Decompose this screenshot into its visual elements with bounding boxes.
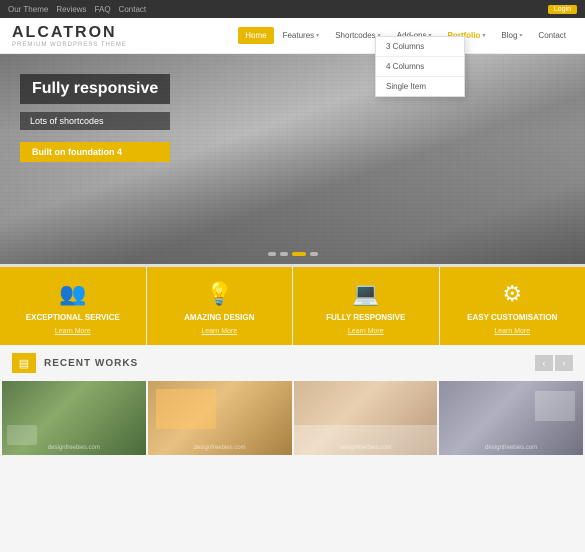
thumb-3[interactable]: designfreebies.com — [294, 381, 438, 455]
thumb-2[interactable]: designfreebies.com — [148, 381, 292, 455]
portfolio-dropdown: 3 Columns 4 Columns Single Item — [375, 36, 465, 97]
thumbnails-row: designfreebies.com designfreebies.com de… — [0, 381, 585, 455]
recent-works-title-wrap: ▤ RECENT WORKS — [12, 353, 138, 373]
hero-section: Fully responsive Lots of shortcodes Buil… — [0, 54, 585, 264]
feature-custom: ⚙ Easy Customisation Learn More — [440, 267, 585, 345]
logo: ALCATRON PREMIUM WORDPRESS THEME — [12, 24, 127, 48]
rw-next-button[interactable]: › — [555, 355, 573, 371]
top-bar-right: Login — [548, 5, 577, 14]
feature-responsive-link[interactable]: Learn More — [348, 328, 384, 335]
dropdown-3col[interactable]: 3 Columns — [376, 37, 464, 57]
features-section: 👥 Exceptional Service Learn More 💡 Amazi… — [0, 264, 585, 345]
header: ALCATRON PREMIUM WORDPRESS THEME Home Fe… — [0, 18, 585, 54]
design-icon: 💡 — [206, 281, 233, 307]
feature-responsive-label: Fully Responsive — [326, 313, 405, 322]
chevron-down-icon: ▾ — [482, 32, 485, 39]
feature-service-link[interactable]: Learn More — [55, 328, 91, 335]
rw-prev-button[interactable]: ‹ — [535, 355, 553, 371]
hero-subtitle: Lots of shortcodes — [20, 112, 170, 130]
hero-dot-4[interactable] — [310, 252, 318, 256]
dropdown-single[interactable]: Single Item — [376, 77, 464, 96]
dropdown-4col[interactable]: 4 Columns — [376, 57, 464, 77]
recent-works-title: RECENT WORKS — [44, 358, 138, 369]
recent-works-nav: ‹ › — [535, 355, 573, 371]
responsive-icon: 💻 — [352, 281, 379, 307]
login-button[interactable]: Login — [548, 5, 577, 14]
feature-custom-label: Easy Customisation — [467, 313, 557, 322]
hero-dot-2[interactable] — [280, 252, 288, 256]
recent-works-header: ▤ RECENT WORKS ‹ › — [0, 353, 585, 381]
thumb-4[interactable]: designfreebies.com — [439, 381, 583, 455]
watermark-1: designfreebies.com — [48, 445, 100, 451]
service-icon: 👥 — [59, 281, 86, 307]
feature-custom-link[interactable]: Learn More — [494, 328, 530, 335]
hero-dot-3[interactable] — [292, 252, 306, 256]
watermark-3: designfreebies.com — [339, 445, 391, 451]
hero-cta-button[interactable]: Built on foundation 4 — [20, 142, 170, 162]
nav-home[interactable]: Home — [238, 27, 273, 44]
recent-works-icon: ▤ — [12, 353, 36, 373]
topbar-item-4[interactable]: Contact — [119, 5, 147, 14]
recent-works-section: ▤ RECENT WORKS ‹ › designfreebies.com de… — [0, 345, 585, 455]
top-bar: Our Theme Reviews FAQ Contact Login — [0, 0, 585, 18]
thumb-1[interactable]: designfreebies.com — [2, 381, 146, 455]
nav-contact[interactable]: Contact — [531, 27, 573, 44]
top-bar-left: Our Theme Reviews FAQ Contact — [8, 5, 146, 14]
feature-design: 💡 Amazing Design Learn More — [147, 267, 294, 345]
watermark-4: designfreebies.com — [485, 445, 537, 451]
logo-title: ALCATRON — [12, 24, 127, 42]
hero-dot-1[interactable] — [268, 252, 276, 256]
hero-dots — [268, 252, 318, 256]
topbar-item-1[interactable]: Our Theme — [8, 5, 48, 14]
feature-design-link[interactable]: Learn More — [201, 328, 237, 335]
chevron-down-icon: ▾ — [316, 32, 319, 39]
hero-content: Fully responsive Lots of shortcodes Buil… — [20, 74, 170, 162]
chevron-down-icon: ▾ — [519, 32, 522, 39]
watermark-2: designfreebies.com — [194, 445, 246, 451]
topbar-item-2[interactable]: Reviews — [56, 5, 86, 14]
custom-icon: ⚙ — [502, 281, 522, 307]
topbar-item-3[interactable]: FAQ — [95, 5, 111, 14]
nav-blog[interactable]: Blog ▾ — [494, 27, 529, 44]
feature-responsive: 💻 Fully Responsive Learn More — [293, 267, 440, 345]
nav-features[interactable]: Features ▾ — [276, 27, 327, 44]
feature-service: 👥 Exceptional Service Learn More — [0, 267, 147, 345]
logo-subtitle: PREMIUM WORDPRESS THEME — [12, 42, 127, 48]
feature-service-label: Exceptional Service — [26, 313, 120, 322]
feature-design-label: Amazing Design — [184, 313, 254, 322]
hero-title: Fully responsive — [20, 74, 170, 104]
